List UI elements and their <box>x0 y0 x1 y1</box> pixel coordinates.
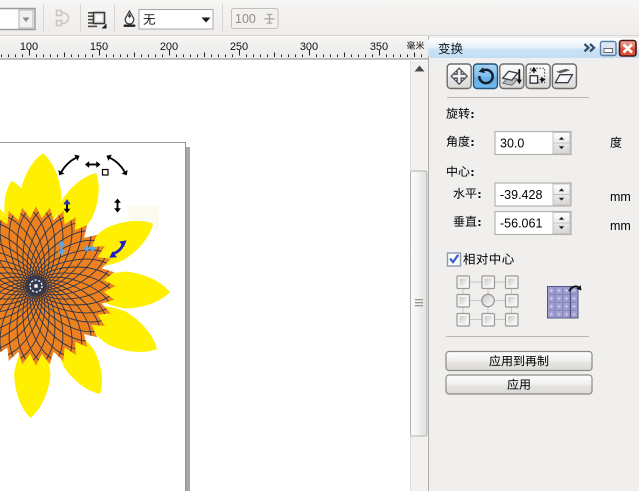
svg-text:150: 150 <box>90 41 108 53</box>
svg-text:250: 250 <box>230 41 248 53</box>
svg-text:-56.061: -56.061 <box>500 217 542 231</box>
svg-text:100: 100 <box>235 12 256 26</box>
svg-text:100: 100 <box>20 41 38 53</box>
svg-text:-39.428: -39.428 <box>500 188 542 202</box>
svg-text:mm: mm <box>610 190 631 204</box>
svg-text:300: 300 <box>300 41 318 53</box>
svg-text:mm: mm <box>610 219 631 233</box>
svg-text:350: 350 <box>370 41 388 53</box>
svg-text:200: 200 <box>160 41 178 53</box>
svg-text:30.0: 30.0 <box>500 137 524 151</box>
